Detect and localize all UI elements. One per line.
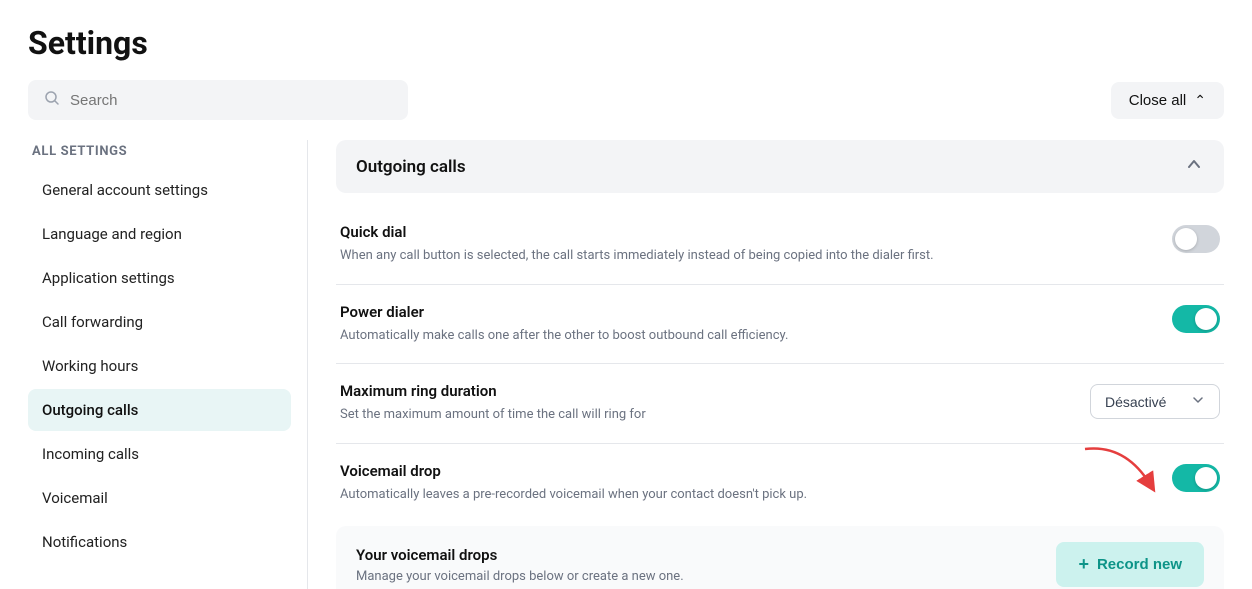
close-all-label: Close all	[1129, 92, 1187, 109]
setting-name-maximum-ring-duration: Maximum ring duration	[340, 382, 1070, 400]
setting-name-power-dialer: Power dialer	[340, 303, 1152, 321]
search-icon	[44, 90, 60, 110]
setting-desc-voicemail-drop: Automatically leaves a pre-recorded voic…	[340, 485, 1152, 505]
sidebar-item-outgoing-calls[interactable]: Outgoing calls	[28, 389, 291, 431]
setting-row-voicemail-drop: Voicemail drop Automatically leaves a pre…	[336, 444, 1224, 523]
sidebar-item-general-account-settings[interactable]: General account settings	[28, 169, 291, 211]
toggle-power-dialer[interactable]	[1172, 305, 1220, 333]
search-box	[28, 80, 408, 120]
close-all-button[interactable]: Close all ⌃	[1111, 82, 1224, 119]
setting-row-power-dialer: Power dialer Automatically make calls one…	[336, 285, 1224, 365]
sidebar-item-incoming-calls[interactable]: Incoming calls	[28, 433, 291, 475]
record-new-button[interactable]: + Record new	[1056, 542, 1204, 587]
dropdown-value-maximum-ring-duration: Désactivé	[1105, 394, 1166, 410]
record-new-label: Record new	[1097, 556, 1182, 573]
toggle-knob-quick-dial	[1175, 228, 1197, 250]
sidebar-item-call-forwarding[interactable]: Call forwarding	[28, 301, 291, 343]
page-title: Settings	[28, 24, 1224, 62]
sidebar-item-application-settings[interactable]: Application settings	[28, 257, 291, 299]
toggle-knob-power-dialer	[1195, 308, 1217, 330]
section-title: Outgoing calls	[356, 157, 466, 177]
section-collapse-icon[interactable]	[1184, 154, 1204, 179]
toggle-quick-dial[interactable]	[1172, 225, 1220, 253]
setting-row-quick-dial: Quick dial When any call button is select…	[336, 205, 1224, 285]
voicemail-drops-title: Your voicemail drops	[356, 546, 684, 564]
sidebar-item-voicemail[interactable]: Voicemail	[28, 477, 291, 519]
setting-name-quick-dial: Quick dial	[340, 223, 1152, 241]
setting-desc-maximum-ring-duration: Set the maximum amount of time the call …	[340, 405, 1070, 425]
toggle-knob-voicemail-drop	[1195, 467, 1217, 489]
dropdown-maximum-ring-duration[interactable]: Désactivé	[1090, 384, 1220, 419]
setting-name-voicemail-drop: Voicemail drop	[340, 462, 1152, 480]
sidebar-item-notifications[interactable]: Notifications	[28, 521, 291, 563]
chevron-up-icon: ⌃	[1194, 92, 1206, 109]
chevron-down-icon	[1191, 393, 1205, 410]
sidebar-item-working-hours[interactable]: Working hours	[28, 345, 291, 387]
setting-row-maximum-ring-duration: Maximum ring duration Set the maximum amo…	[336, 364, 1224, 444]
plus-icon: +	[1078, 554, 1089, 575]
sidebar-group-label: All settings	[28, 144, 291, 159]
sidebar: All settings General account settingsLan…	[28, 140, 308, 589]
main-panel: Outgoing calls Quick dial When any call b…	[308, 140, 1224, 589]
setting-desc-quick-dial: When any call button is selected, the ca…	[340, 246, 1152, 266]
voicemail-drops-description: Manage your voicemail drops below or cre…	[356, 569, 684, 584]
section-header: Outgoing calls	[336, 140, 1224, 193]
sidebar-item-language-and-region[interactable]: Language and region	[28, 213, 291, 255]
search-input[interactable]	[70, 92, 392, 109]
setting-desc-power-dialer: Automatically make calls one after the o…	[340, 326, 1152, 346]
toggle-voicemail-drop[interactable]	[1172, 464, 1220, 492]
voicemail-drops-section: Your voicemail drops Manage your voicema…	[336, 526, 1224, 589]
